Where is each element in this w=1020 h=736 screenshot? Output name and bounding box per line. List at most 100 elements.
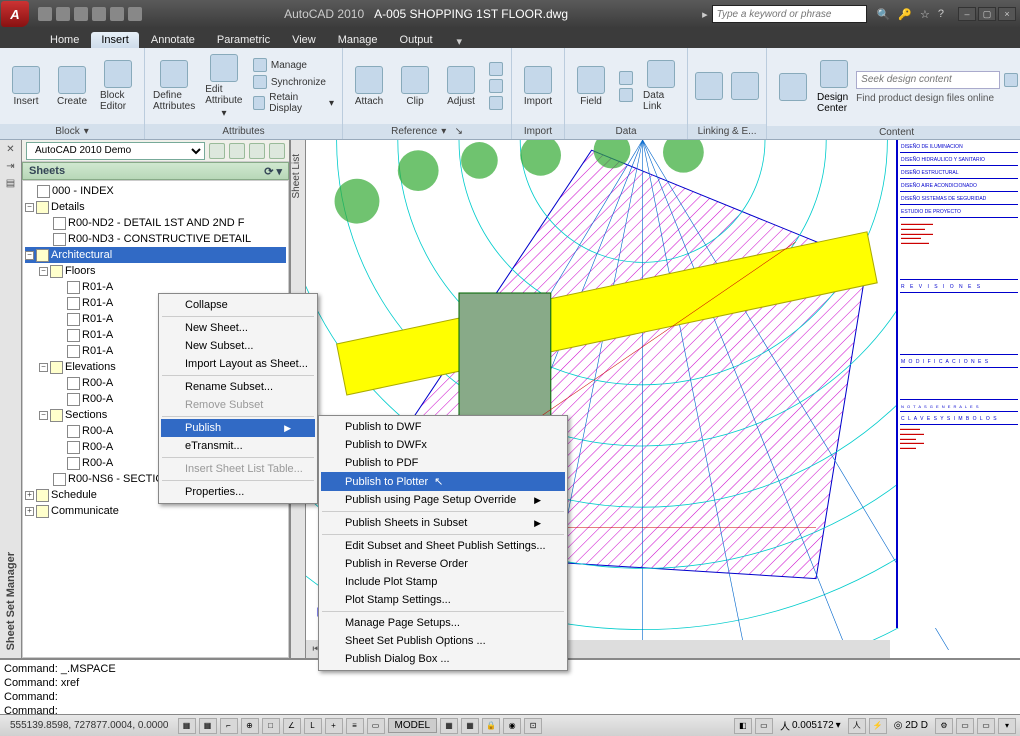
sheets-header[interactable]: Sheets⟳ ▾ [22,162,289,180]
ctx-properties[interactable]: Properties... [161,483,315,501]
synchronize-button[interactable]: Synchronize [249,74,338,90]
qp-toggle[interactable]: ▭ [367,718,385,734]
lwt-toggle[interactable]: ≡ [346,718,364,734]
tab-output[interactable]: Output [390,32,443,48]
snap-toggle[interactable]: ▦ [178,718,196,734]
sb-tool3[interactable]: ◉ [503,718,521,734]
maximize-button[interactable]: ▢ [978,7,996,21]
insert-block-button[interactable]: Insert [4,51,48,121]
ribbon-title-reference[interactable]: Reference ▾ ↘ [343,124,511,139]
sb-nav2[interactable]: ▭ [755,718,773,734]
qat-redo-icon[interactable] [110,7,124,21]
adjust-button[interactable]: Adjust [439,51,483,121]
ctx-publish-override[interactable]: Publish using Page Setup Override▶ [321,491,565,509]
data-opt2-button[interactable] [615,87,637,103]
sb-nav1[interactable]: ◧ [734,718,752,734]
sb-tool1[interactable]: ▦ [440,718,458,734]
tree-details[interactable]: −Details [25,199,286,215]
ctx-new-subset[interactable]: New Subset... [161,337,315,355]
clip-button[interactable]: Clip [393,51,437,121]
content-btn1[interactable] [775,52,811,122]
ctx-stamp-settings[interactable]: Plot Stamp Settings... [321,591,565,609]
ribbon-expand-icon[interactable]: ▾ [457,35,463,48]
ssm-tool1-icon[interactable] [209,143,225,159]
sb-ws-icon[interactable]: ⚙ [935,718,953,734]
sb-tray1[interactable]: ▭ [956,718,974,734]
field-button[interactable]: Field [569,51,613,121]
dyn-toggle[interactable]: + [325,718,343,734]
sb-lock-icon[interactable]: 🔒 [482,718,500,734]
tree-detail2[interactable]: R00-ND3 - CONSTRUCTIVE DETAIL [25,231,286,247]
model-space-toggle[interactable]: MODEL [388,718,438,733]
ssm-tool2-icon[interactable] [229,143,245,159]
ref-opt2-button[interactable] [485,78,507,94]
define-attributes-button[interactable]: Define Attributes [149,51,199,121]
ctx-publish-dwfx[interactable]: Publish to DWFx [321,436,565,454]
tree-detail1[interactable]: R00-ND2 - DETAIL 1ST AND 2ND F [25,215,286,231]
ssm-tool4-icon[interactable] [269,143,285,159]
ssm-menu-icon[interactable]: ▤ [6,178,15,189]
ctx-rename-subset[interactable]: Rename Subset... [161,378,315,396]
ctx-manage-page-setups[interactable]: Manage Page Setups... [321,614,565,632]
ref-opt3-button[interactable] [485,95,507,111]
tab-home[interactable]: Home [40,32,89,48]
ssm-close-icon[interactable]: ✕ [6,144,14,155]
sb-tray2[interactable]: ▭ [977,718,995,734]
sb-anno2[interactable]: ⚡ [869,718,887,734]
app-logo[interactable]: A [1,1,29,27]
ref-opt1-button[interactable] [485,61,507,77]
ctx-etransmit[interactable]: eTransmit... [161,437,315,455]
linking-btn1[interactable] [692,51,726,121]
tab-manage[interactable]: Manage [328,32,388,48]
ducs-toggle[interactable]: L [304,718,322,734]
ctx-collapse[interactable]: Collapse [161,296,315,314]
close-button[interactable]: × [998,7,1016,21]
linking-btn2[interactable] [728,51,762,121]
ctx-reverse-order[interactable]: Publish in Reverse Order [321,555,565,573]
ctx-publish-pdf[interactable]: Publish to PDF [321,454,565,472]
infocenter-search-input[interactable] [712,5,867,23]
design-center-button[interactable]: Design Center [817,60,850,114]
tree-index[interactable]: 000 - INDEX [25,183,286,199]
tab-annotate[interactable]: Annotate [141,32,205,48]
tree-architectural[interactable]: −Architectural [25,247,286,263]
otrack-toggle[interactable]: ∠ [283,718,301,734]
coordinates[interactable]: 555139.8598, 727877.0004, 0.0000 [4,720,175,731]
sheetset-combo[interactable]: AutoCAD 2010 Demo [26,142,205,160]
binoculars-icon[interactable]: 🔍 [877,8,891,21]
ctx-publish-subset[interactable]: Publish Sheets in Subset▶ [321,514,565,532]
sb-tool4[interactable]: ⊡ [524,718,542,734]
annotation-scale[interactable]: 人 0.005172 ▾ [776,718,845,733]
help-icon[interactable]: ? [938,8,944,21]
retain-display-button[interactable]: Retain Display ▾ [249,91,338,115]
ctx-sheetset-publish-options[interactable]: Sheet Set Publish Options ... [321,632,565,650]
ssm-tool3-icon[interactable] [249,143,265,159]
minimize-button[interactable]: – [958,7,976,21]
sb-anno1[interactable]: 人 [848,718,866,734]
sb-tool2[interactable]: ▦ [461,718,479,734]
qat-plot-icon[interactable] [128,7,142,21]
grid-toggle[interactable]: ▦ [199,718,217,734]
qat-undo-icon[interactable] [92,7,106,21]
attach-button[interactable]: Attach [347,51,391,121]
visual-style[interactable]: ◎ 2D D [890,720,932,731]
ssm-pin-icon[interactable]: ⇥ [6,161,14,172]
ctx-publish-dialog[interactable]: Publish Dialog Box ... [321,650,565,668]
data-link-button[interactable]: Data Link [639,51,683,121]
tree-communicate[interactable]: +Communicate [25,503,286,519]
tab-insert[interactable]: Insert [91,32,139,48]
qat-save-icon[interactable] [74,7,88,21]
data-opt1-button[interactable] [615,70,637,86]
key-icon[interactable]: 🔑 [898,8,912,21]
sb-tray3[interactable]: ▾ [998,718,1016,734]
ctx-publish-dwf[interactable]: Publish to DWF [321,418,565,436]
import-button[interactable]: Import [516,51,560,121]
tab-view[interactable]: View [282,32,326,48]
block-editor-button[interactable]: Block Editor [96,51,140,121]
qat-new-icon[interactable] [38,7,52,21]
seek-go-icon[interactable] [1004,73,1018,87]
ctx-include-stamp[interactable]: Include Plot Stamp [321,573,565,591]
ribbon-title-block[interactable]: Block ▾ [0,124,144,139]
ctx-publish-plotter[interactable]: Publish to Plotter↖ [321,472,565,491]
star-icon[interactable]: ☆ [920,8,930,21]
